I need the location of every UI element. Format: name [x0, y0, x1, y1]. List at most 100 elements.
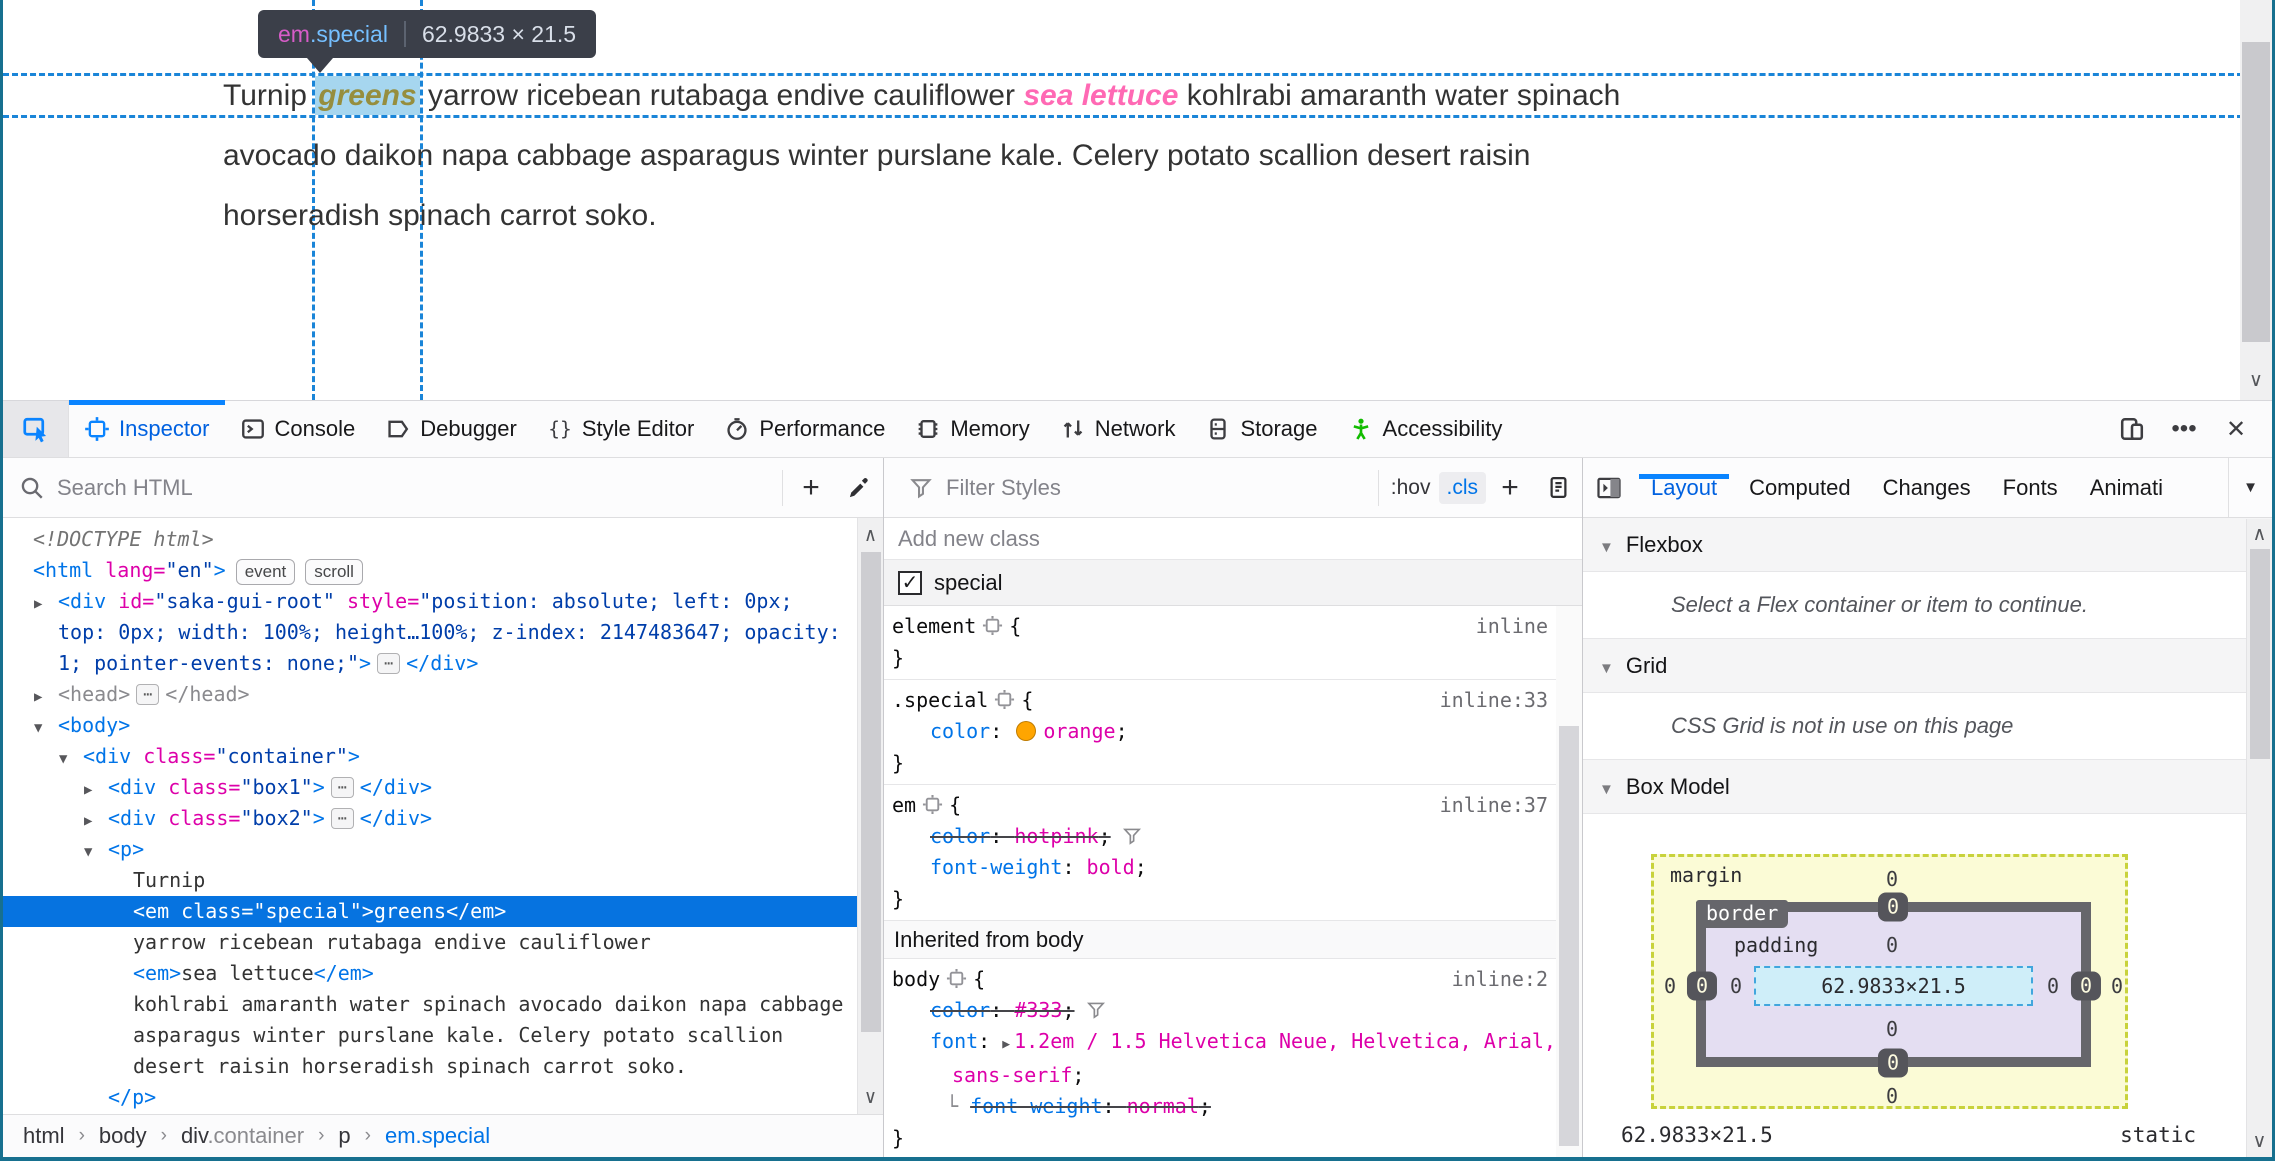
- tree-row[interactable]: <em>sea lettuce</em>: [3, 958, 883, 989]
- tree-row[interactable]: kohlrabi amaranth water spinach avocado …: [3, 989, 883, 1020]
- expand-twisty-icon[interactable]: ▶: [34, 589, 58, 620]
- border-bottom-value[interactable]: 0: [1877, 1048, 1909, 1078]
- tree-row[interactable]: ▶ <div class="box2"> ⋯ </div>: [3, 803, 883, 834]
- margin-left-value[interactable]: 0: [1664, 974, 1676, 998]
- scroll-down-icon[interactable]: ∨: [2247, 1130, 2272, 1153]
- devtools-tab-accessibility[interactable]: Accessibility: [1333, 401, 1518, 457]
- rule-selector-row[interactable]: element{inline: [884, 610, 1582, 642]
- tree-row[interactable]: 1; pointer-events: none;"> ⋯ </div>: [3, 648, 883, 679]
- rule-source-link[interactable]: inline:37: [1440, 789, 1548, 821]
- tree-row[interactable]: <html lang="en"> event scroll: [3, 555, 883, 586]
- sidebar-tab-changes[interactable]: Changes: [1867, 475, 1987, 501]
- event-badge[interactable]: scroll: [305, 559, 363, 585]
- box-model-diagram[interactable]: margin border padding 62.9833×21.5 0 0 0…: [1651, 854, 2128, 1109]
- node-picker-button[interactable]: [3, 401, 69, 457]
- filter-styles-input[interactable]: Filter Styles: [946, 475, 1061, 501]
- tree-row-selected[interactable]: <em class="special">greens</em>: [3, 896, 883, 927]
- sidebar-tab-layout[interactable]: Layout: [1635, 473, 1733, 501]
- event-badge[interactable]: event: [235, 559, 296, 585]
- collapsed-children-chip[interactable]: ⋯: [330, 808, 354, 829]
- class-checkbox[interactable]: ✓: [898, 570, 922, 595]
- rule-selector[interactable]: body: [892, 967, 940, 991]
- css-declaration[interactable]: color: #333;: [884, 995, 1582, 1026]
- padding-bottom-value[interactable]: 0: [1886, 1017, 1898, 1041]
- highlight-selector-icon[interactable]: [988, 688, 1021, 712]
- expand-twisty-icon[interactable]: ▼: [59, 744, 83, 775]
- devtools-tab-storage[interactable]: Storage: [1190, 401, 1332, 457]
- rule-selector-row[interactable]: .special{inline:33: [884, 684, 1582, 716]
- pseudo-class-toggle[interactable]: :hov: [1383, 472, 1439, 504]
- css-declaration[interactable]: color: orange;: [884, 716, 1582, 747]
- expand-twisty-icon[interactable]: ▼: [34, 713, 58, 744]
- tree-row[interactable]: top: 0px; width: 100%; height…100%; z-in…: [3, 617, 883, 648]
- sidebar-toggle-icon[interactable]: [1583, 474, 1635, 502]
- expand-twisty-icon[interactable]: ▶: [84, 775, 108, 806]
- create-node-button[interactable]: +: [787, 458, 835, 517]
- devtools-tab-network[interactable]: Network: [1045, 401, 1191, 457]
- tree-row[interactable]: ▼ <div class="container">: [3, 741, 883, 772]
- rule-selector[interactable]: em: [892, 793, 916, 817]
- collapsed-children-chip[interactable]: ⋯: [330, 777, 354, 798]
- css-declaration[interactable]: font-weight: bold;: [884, 852, 1582, 883]
- margin-bottom-value[interactable]: 0: [1886, 1084, 1898, 1108]
- rules-scrollbar-thumb[interactable]: [1559, 726, 1579, 1146]
- expand-shorthand-icon[interactable]: ▶: [1002, 1037, 1010, 1052]
- class-panel-toggle[interactable]: .cls: [1438, 471, 1486, 504]
- rule-selector-row[interactable]: em{inline:37: [884, 789, 1582, 821]
- breadcrumb-item-html[interactable]: html: [23, 1123, 65, 1149]
- page-scrollbar-thumb[interactable]: [2242, 42, 2270, 342]
- add-new-class-input[interactable]: Add new class: [898, 526, 1040, 551]
- breadcrumb-item-body[interactable]: body: [99, 1123, 147, 1149]
- rule-selector[interactable]: element: [892, 614, 976, 638]
- layout-scrollbar[interactable]: ∧ ∨: [2246, 519, 2272, 1157]
- box-model-content-box[interactable]: 62.9833×21.5: [1754, 966, 2033, 1006]
- all-tabs-dropdown-icon[interactable]: ▼: [2228, 458, 2272, 517]
- devtools-tab-memory[interactable]: Memory: [900, 401, 1044, 457]
- padding-left-value[interactable]: 0: [1730, 974, 1742, 998]
- breadcrumb-item-div[interactable]: div.container: [181, 1123, 304, 1149]
- rule-source-link[interactable]: inline:33: [1440, 684, 1548, 716]
- sidebar-tab-fonts[interactable]: Fonts: [1987, 475, 2074, 501]
- color-swatch[interactable]: [1016, 721, 1037, 741]
- add-rule-button[interactable]: +: [1486, 458, 1534, 517]
- expand-twisty-icon[interactable]: ▶: [34, 682, 58, 713]
- layout-scrollbar-thumb[interactable]: [2250, 549, 2270, 759]
- tree-row[interactable]: asparagus winter purslane kale. Celery p…: [3, 1020, 883, 1051]
- css-declaration[interactable]: └ font-weight: normal;: [884, 1091, 1582, 1122]
- tree-row[interactable]: ▶ <head> ⋯ </head>: [3, 679, 883, 710]
- print-simulation-icon[interactable]: [1534, 458, 1582, 517]
- markup-scrollbar[interactable]: ∧ ∨: [857, 518, 883, 1114]
- responsive-design-mode-icon[interactable]: [2110, 407, 2154, 451]
- tree-row[interactable]: ▼ <p>: [3, 834, 883, 865]
- rule-source-link[interactable]: inline:2: [1452, 963, 1548, 995]
- highlight-selector-icon[interactable]: [976, 614, 1009, 638]
- tree-row[interactable]: Turnip: [3, 865, 883, 896]
- scroll-up-icon[interactable]: ∧: [858, 524, 883, 546]
- breadcrumb-item-p[interactable]: p: [338, 1123, 350, 1149]
- tree-row[interactable]: ▶ <div class="box1"> ⋯ </div>: [3, 772, 883, 803]
- eyedropper-icon[interactable]: [835, 458, 883, 517]
- margin-right-value[interactable]: 0: [2111, 974, 2123, 998]
- padding-top-value[interactable]: 0: [1886, 933, 1898, 957]
- tree-row[interactable]: desert raisin horseradish spinach carrot…: [3, 1051, 883, 1082]
- scroll-down-icon[interactable]: ∨: [858, 1086, 883, 1108]
- padding-right-value[interactable]: 0: [2047, 974, 2059, 998]
- sidebar-tab-animati[interactable]: Animati: [2074, 475, 2163, 501]
- rule-selector[interactable]: .special: [892, 688, 988, 712]
- sidebar-tab-computed[interactable]: Computed: [1733, 475, 1867, 501]
- rule-source-link[interactable]: inline: [1476, 610, 1548, 642]
- collapsed-children-chip[interactable]: ⋯: [377, 653, 401, 674]
- breadcrumb-item-em-special[interactable]: em.special: [385, 1123, 490, 1149]
- rule-selector-row[interactable]: body{inline:2: [884, 963, 1582, 995]
- search-html-input[interactable]: Search HTML: [57, 475, 193, 501]
- tree-row[interactable]: <!DOCTYPE html>: [3, 524, 883, 555]
- flexbox-section-header[interactable]: ▼ Flexbox: [1583, 518, 2272, 572]
- scroll-down-icon[interactable]: ∨: [2240, 369, 2272, 392]
- border-right-value[interactable]: 0: [2070, 971, 2102, 1001]
- rules-scrollbar[interactable]: [1556, 606, 1582, 1157]
- devtools-tab-style-editor[interactable]: {} Style Editor: [532, 401, 710, 457]
- tree-row[interactable]: ▼ <body>: [3, 710, 883, 741]
- expand-twisty-icon[interactable]: ▶: [84, 806, 108, 837]
- close-devtools-icon[interactable]: ✕: [2214, 407, 2258, 451]
- devtools-tab-console[interactable]: Console: [225, 401, 371, 457]
